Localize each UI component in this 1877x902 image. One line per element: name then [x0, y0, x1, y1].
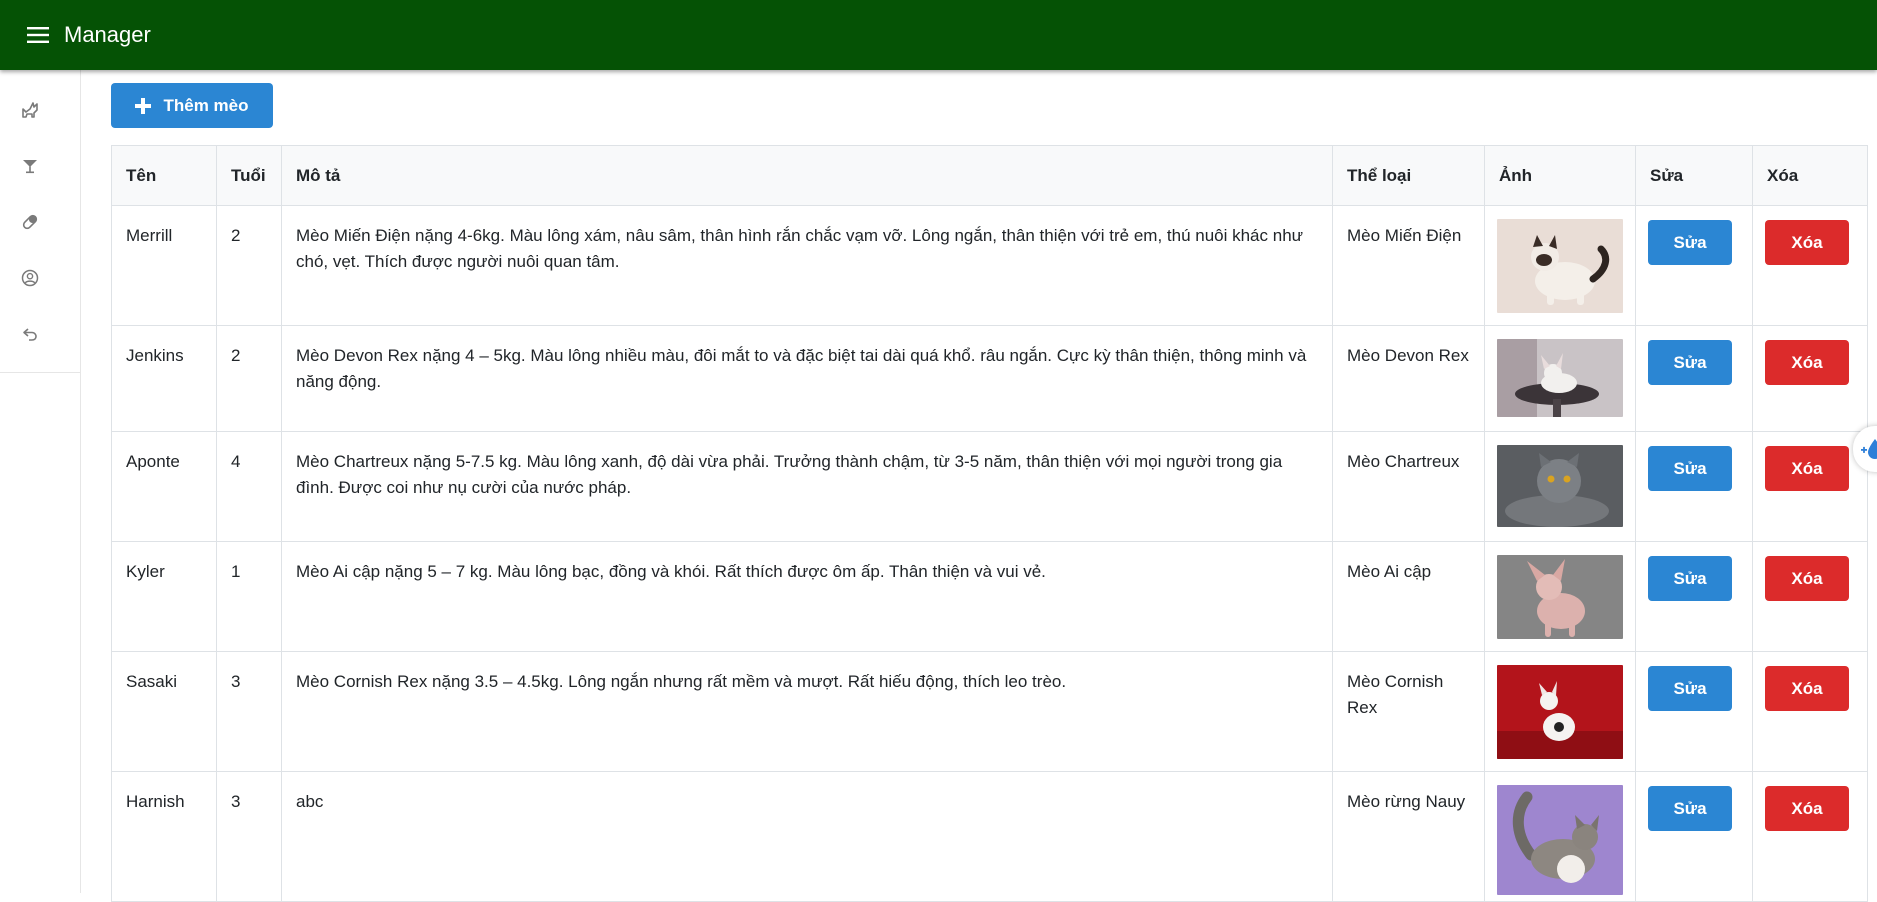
table-row: Merrill 2 Mèo Miến Điện nặng 4-6kg. Màu …: [111, 205, 1868, 326]
water-drop-icon: [1861, 439, 1877, 459]
cell-age: 1: [216, 541, 282, 652]
cell-delete: Xóa: [1752, 325, 1868, 432]
cell-description: Mèo Ai cập nặng 5 – 7 kg. Màu lông bạc, …: [281, 541, 1333, 652]
cat-photo: [1497, 219, 1623, 313]
edit-button[interactable]: Sửa: [1648, 556, 1732, 601]
cell-category: Mèo Miến Điện: [1332, 205, 1485, 326]
cell-edit: Sửa: [1635, 431, 1753, 542]
cell-category: Mèo Cornish Rex: [1332, 651, 1485, 772]
cell-image: [1484, 651, 1636, 772]
cell-category: Mèo Ai cập: [1332, 541, 1485, 652]
edit-button[interactable]: Sửa: [1648, 340, 1732, 385]
cell-delete: Xóa: [1752, 205, 1868, 326]
cell-category: Mèo Devon Rex: [1332, 325, 1485, 432]
app-bar: Manager: [0, 0, 1877, 70]
sidebar: [0, 70, 81, 893]
cell-delete: Xóa: [1752, 431, 1868, 542]
delete-button[interactable]: Xóa: [1765, 666, 1849, 711]
cell-delete: Xóa: [1752, 651, 1868, 772]
cell-name: Harnish: [111, 771, 217, 902]
cell-name: Aponte: [111, 431, 217, 542]
cell-name: Jenkins: [111, 325, 217, 432]
cell-delete: Xóa: [1752, 541, 1868, 652]
cell-edit: Sửa: [1635, 541, 1753, 652]
account-circle-icon[interactable]: [18, 266, 42, 290]
delete-button[interactable]: Xóa: [1765, 220, 1849, 265]
cell-edit: Sửa: [1635, 205, 1753, 326]
cat-icon[interactable]: [18, 98, 42, 122]
cell-description: Mèo Devon Rex nặng 4 – 5kg. Màu lông nhi…: [281, 325, 1333, 432]
plus-icon: [135, 97, 152, 114]
column-header-delete: Xóa: [1752, 145, 1868, 206]
add-cat-button[interactable]: Thêm mèo: [111, 83, 273, 128]
delete-button[interactable]: Xóa: [1765, 786, 1849, 831]
cat-photo: [1497, 339, 1623, 417]
cell-age: 2: [216, 325, 282, 432]
pill-icon[interactable]: [18, 210, 42, 234]
cocktail-icon[interactable]: [18, 154, 42, 178]
cell-age: 3: [216, 771, 282, 902]
cell-category: Mèo Chartreux: [1332, 431, 1485, 542]
cell-delete: Xóa: [1752, 771, 1868, 902]
cell-description: Mèo Miến Điện nặng 4-6kg. Màu lông xám, …: [281, 205, 1333, 326]
edit-button[interactable]: Sửa: [1648, 666, 1732, 711]
cell-age: 4: [216, 431, 282, 542]
cat-photo: [1497, 785, 1623, 895]
table-header-row: Tên Tuổi Mô tả Thể loại Ảnh Sửa Xóa: [111, 145, 1868, 206]
cat-table-container: Tên Tuổi Mô tả Thể loại Ảnh Sửa Xóa Merr…: [111, 145, 1868, 902]
table-row: Harnish 3 abc Mèo rừng Nauy Sửa Xóa: [111, 771, 1868, 902]
cell-description: abc: [281, 771, 1333, 902]
undo-icon[interactable]: [18, 322, 42, 346]
cell-image: [1484, 541, 1636, 652]
table-row: Jenkins 2 Mèo Devon Rex nặng 4 – 5kg. Mà…: [111, 325, 1868, 432]
cell-edit: Sửa: [1635, 325, 1753, 432]
cell-name: Kyler: [111, 541, 217, 652]
column-header-category: Thể loại: [1332, 145, 1485, 206]
column-header-image: Ảnh: [1484, 145, 1636, 206]
column-header-age: Tuổi: [216, 145, 282, 206]
cell-image: [1484, 205, 1636, 326]
sidebar-divider: [0, 372, 80, 373]
cell-image: [1484, 325, 1636, 432]
delete-button[interactable]: Xóa: [1765, 556, 1849, 601]
cell-name: Merrill: [111, 205, 217, 326]
cell-image: [1484, 431, 1636, 542]
menu-icon[interactable]: [26, 23, 50, 47]
cell-category: Mèo rừng Nauy: [1332, 771, 1485, 902]
cat-photo: [1497, 445, 1623, 527]
cell-age: 3: [216, 651, 282, 772]
edit-button[interactable]: Sửa: [1648, 446, 1732, 491]
cell-edit: Sửa: [1635, 651, 1753, 772]
cell-description: Mèo Chartreux nặng 5-7.5 kg. Màu lông xa…: [281, 431, 1333, 542]
cell-description: Mèo Cornish Rex nặng 3.5 – 4.5kg. Lông n…: [281, 651, 1333, 772]
edit-button[interactable]: Sửa: [1648, 220, 1732, 265]
column-header-name: Tên: [111, 145, 217, 206]
cell-name: Sasaki: [111, 651, 217, 772]
table-row: Aponte 4 Mèo Chartreux nặng 5-7.5 kg. Mà…: [111, 431, 1868, 542]
app-title: Manager: [64, 22, 151, 47]
column-header-edit: Sửa: [1635, 145, 1753, 206]
cell-edit: Sửa: [1635, 771, 1753, 902]
column-header-description: Mô tả: [281, 145, 1333, 206]
edit-button[interactable]: Sửa: [1648, 786, 1732, 831]
cat-photo: [1497, 665, 1623, 759]
cell-age: 2: [216, 205, 282, 326]
add-cat-label: Thêm mèo: [163, 95, 249, 115]
delete-button[interactable]: Xóa: [1765, 446, 1849, 491]
cat-table: Tên Tuổi Mô tả Thể loại Ảnh Sửa Xóa Merr…: [111, 145, 1868, 902]
table-row: Kyler 1 Mèo Ai cập nặng 5 – 7 kg. Màu lô…: [111, 541, 1868, 652]
table-row: Sasaki 3 Mèo Cornish Rex nặng 3.5 – 4.5k…: [111, 651, 1868, 772]
delete-button[interactable]: Xóa: [1765, 340, 1849, 385]
cell-image: [1484, 771, 1636, 902]
cat-photo: [1497, 555, 1623, 639]
